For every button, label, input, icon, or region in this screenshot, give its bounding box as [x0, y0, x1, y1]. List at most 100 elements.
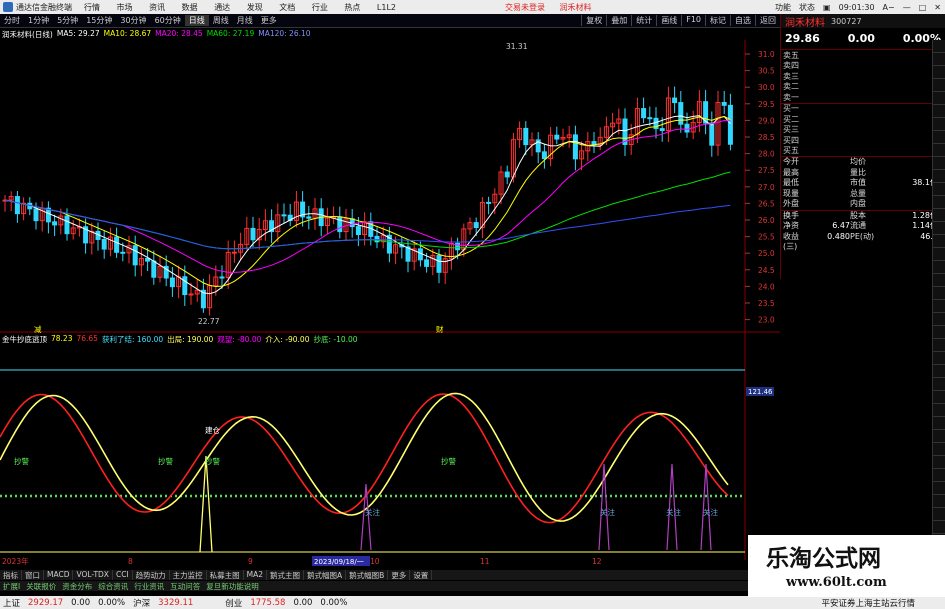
sidebar-cell[interactable]: [933, 352, 945, 365]
bottom-tab[interactable]: 指标: [0, 570, 22, 580]
bottom-tab[interactable]: 行业资讯: [131, 581, 167, 591]
sidebar-cell[interactable]: [933, 326, 945, 339]
menu-item[interactable]: 热点: [344, 3, 360, 12]
bottom-tab[interactable]: 主力监控: [170, 570, 207, 580]
sidebar-cell[interactable]: [933, 521, 945, 534]
bottom-tab[interactable]: 趋势动力: [133, 570, 170, 580]
toolbar-button[interactable]: 统计: [631, 15, 656, 26]
bottom-tab[interactable]: 扩展Ⅰ: [0, 581, 23, 591]
sidebar-cell[interactable]: [933, 131, 945, 144]
menu-item[interactable]: 行业: [312, 3, 328, 12]
menu-item[interactable]: 文档: [279, 3, 295, 12]
toolbar-button[interactable]: 自选: [730, 15, 755, 26]
period-tab[interactable]: 60分钟: [151, 15, 185, 26]
layout-icon[interactable]: ▣: [823, 3, 831, 12]
sidebar-cell[interactable]: [933, 339, 945, 352]
toolbar-button[interactable]: 复权: [581, 15, 606, 26]
kline-chart[interactable]: 31.0 30.5 30.0 29.5 29.0 28.5 28.0 27.5 27.0 26.5…: [0, 40, 780, 570]
period-tab[interactable]: 月线: [233, 15, 257, 26]
sidebar-cell[interactable]: [933, 235, 945, 248]
menu-item[interactable]: 发现: [247, 3, 263, 12]
sidebar-cell[interactable]: [933, 469, 945, 482]
sidebar-cell[interactable]: [933, 40, 945, 53]
sidebar-cell[interactable]: [933, 157, 945, 170]
font-size-button[interactable]: A−: [883, 3, 895, 12]
sz-index-label[interactable]: 沪深: [133, 597, 150, 609]
toolbar-button[interactable]: F10: [681, 15, 705, 26]
sidebar-cell[interactable]: [933, 261, 945, 274]
sidebar-cell[interactable]: [933, 365, 945, 378]
menu-item[interactable]: 资讯: [149, 3, 165, 12]
sidebar-cell[interactable]: [933, 417, 945, 430]
bottom-tab[interactable]: 更多: [388, 570, 411, 580]
sidebar-cell[interactable]: [933, 495, 945, 508]
function-button[interactable]: 功能: [775, 2, 791, 13]
trade-login-link[interactable]: 交易未登录: [505, 3, 545, 12]
sidebar-cell[interactable]: [933, 313, 945, 326]
right-sidebar[interactable]: [932, 40, 945, 600]
bottom-tab[interactable]: 设置: [410, 570, 433, 580]
sidebar-cell[interactable]: [933, 144, 945, 157]
sidebar-cell[interactable]: [933, 170, 945, 183]
toolbar-button[interactable]: 返回: [755, 15, 780, 26]
bottom-tab[interactable]: 互动问答: [167, 581, 203, 591]
status-button[interactable]: 状态: [799, 2, 815, 13]
bottom-tab[interactable]: VOL-TDX: [73, 570, 113, 580]
sh-index-label[interactable]: 上证: [3, 597, 20, 609]
period-tab[interactable]: 周线: [209, 15, 233, 26]
period-tab-daily[interactable]: 日线: [184, 15, 209, 26]
sidebar-cell[interactable]: [933, 378, 945, 391]
sidebar-cell[interactable]: [933, 79, 945, 92]
indicator-name[interactable]: 金牛抄底逃顶: [2, 334, 47, 345]
bottom-tab[interactable]: MA2: [244, 570, 268, 580]
bottom-tab[interactable]: CCI: [113, 570, 133, 580]
sidebar-cell[interactable]: [933, 287, 945, 300]
period-tab[interactable]: 更多: [257, 15, 281, 26]
menu-item[interactable]: L1L2: [377, 3, 396, 12]
minimize-icon[interactable]: —: [903, 3, 911, 12]
toolbar-button[interactable]: 标记: [705, 15, 730, 26]
sidebar-cell[interactable]: [933, 209, 945, 222]
sidebar-cell[interactable]: [933, 105, 945, 118]
menu-item[interactable]: 通达: [214, 3, 230, 12]
sidebar-cell[interactable]: [933, 222, 945, 235]
sidebar-cell[interactable]: [933, 404, 945, 417]
sidebar-cell[interactable]: [933, 274, 945, 287]
toolbar-button[interactable]: 叠加: [606, 15, 631, 26]
menu-item[interactable]: 行情: [84, 3, 100, 12]
sidebar-cell[interactable]: [933, 53, 945, 66]
period-tab[interactable]: 5分钟: [53, 15, 82, 26]
sidebar-cell[interactable]: [933, 92, 945, 105]
period-tab[interactable]: 1分钟: [24, 15, 53, 26]
menu-item[interactable]: 市场: [117, 3, 133, 12]
bottom-tab[interactable]: 复旦新功能说明: [203, 581, 262, 591]
bottom-tab[interactable]: 私募主图: [207, 570, 244, 580]
sidebar-cell[interactable]: [933, 391, 945, 404]
sidebar-cell[interactable]: [933, 118, 945, 131]
sidebar-cell[interactable]: [933, 66, 945, 79]
sidebar-cell[interactable]: [933, 443, 945, 456]
toolbar-button[interactable]: 画线: [656, 15, 681, 26]
sidebar-cell[interactable]: [933, 508, 945, 521]
sidebar-cell[interactable]: [933, 482, 945, 495]
period-tab[interactable]: 15分钟: [82, 15, 116, 26]
bottom-tab[interactable]: 资金分布: [59, 581, 95, 591]
close-icon[interactable]: ✕: [934, 3, 941, 12]
bottom-tab[interactable]: 关联报价: [23, 581, 59, 591]
sidebar-cell[interactable]: [933, 456, 945, 469]
bottom-tab[interactable]: 鹅式幅图B: [346, 570, 389, 580]
bottom-tab[interactable]: 窗口: [22, 570, 44, 580]
cy-index-label[interactable]: 创业: [225, 597, 242, 609]
sidebar-cell[interactable]: [933, 300, 945, 313]
menu-item[interactable]: 数据: [182, 3, 198, 12]
period-tab[interactable]: 分时: [0, 15, 24, 26]
bottom-tab[interactable]: 鹅式幅图A: [304, 570, 347, 580]
sidebar-cell[interactable]: [933, 248, 945, 261]
maximize-icon[interactable]: □: [919, 3, 927, 12]
bottom-tab[interactable]: MACD: [44, 570, 74, 580]
bottom-tab[interactable]: 综合资讯: [95, 581, 131, 591]
bottom-tab[interactable]: 鹅式主图: [267, 570, 305, 580]
sidebar-cell[interactable]: [933, 183, 945, 196]
period-tab[interactable]: 30分钟: [116, 15, 150, 26]
sidebar-cell[interactable]: [933, 196, 945, 209]
